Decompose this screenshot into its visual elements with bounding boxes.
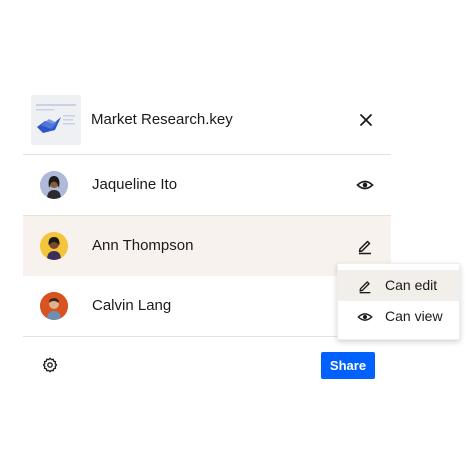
person-row-ann[interactable]: Ann Thompson <box>23 216 391 276</box>
menu-item-can-edit[interactable]: Can edit <box>338 270 459 301</box>
person-name: Ann Thompson <box>92 237 194 254</box>
pencil-icon <box>357 278 373 294</box>
permission-dropdown: Can edit Can view <box>337 263 460 340</box>
menu-item-can-view[interactable]: Can view <box>338 301 459 332</box>
file-name: Market Research.key <box>91 111 233 128</box>
menu-item-label: Can edit <box>385 277 438 293</box>
avatar <box>40 232 68 260</box>
avatar <box>40 171 68 199</box>
file-thumbnail <box>31 95 81 145</box>
person-row-calvin[interactable]: Calvin Lang <box>23 276 391 337</box>
close-icon[interactable] <box>357 111 375 129</box>
eye-icon <box>357 309 373 325</box>
share-button[interactable]: Share <box>321 352 375 379</box>
person-name: Calvin Lang <box>92 297 172 314</box>
person-row-jaqueline[interactable]: Jaqueline Ito <box>23 155 391 216</box>
eye-icon[interactable] <box>356 176 374 194</box>
file-header: Market Research.key <box>23 92 391 155</box>
menu-item-label: Can view <box>385 308 443 324</box>
avatar <box>40 292 68 320</box>
person-name: Jaqueline Ito <box>92 176 178 193</box>
share-panel: Market Research.key Jaqueline Ito Ann Th… <box>23 92 391 337</box>
gear-icon[interactable] <box>42 357 58 373</box>
pencil-icon[interactable] <box>356 237 374 255</box>
